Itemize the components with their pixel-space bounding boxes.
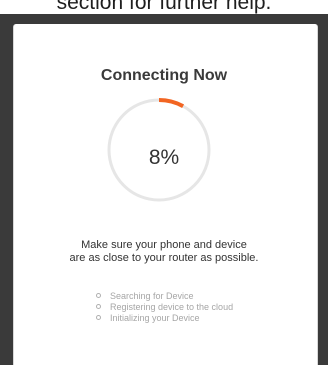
progress-percentage: 8%	[148, 146, 180, 169]
dialog-title: Connecting Now	[100, 67, 228, 84]
step-registering: Registering device to the cloud	[96, 301, 233, 312]
step-label: Registering device to the cloud	[110, 301, 234, 312]
proximity-message: Make sure your phone and device are as c…	[0, 239, 328, 265]
step-label: Initializing your Device	[110, 312, 200, 323]
message-line-1: Make sure your phone and device	[81, 239, 247, 251]
background-help-text: section for further help.	[56, 0, 272, 14]
message-line-2: are as close to your router as possible.	[69, 252, 259, 264]
step-bullet-icon	[96, 293, 101, 298]
step-initializing: Initializing your Device	[96, 312, 233, 323]
step-searching: Searching for Device	[96, 290, 233, 301]
step-bullet-icon	[96, 315, 101, 320]
step-label: Searching for Device	[110, 290, 194, 301]
connection-steps: Searching for Device Registering device …	[96, 290, 233, 323]
step-bullet-icon	[96, 304, 101, 309]
